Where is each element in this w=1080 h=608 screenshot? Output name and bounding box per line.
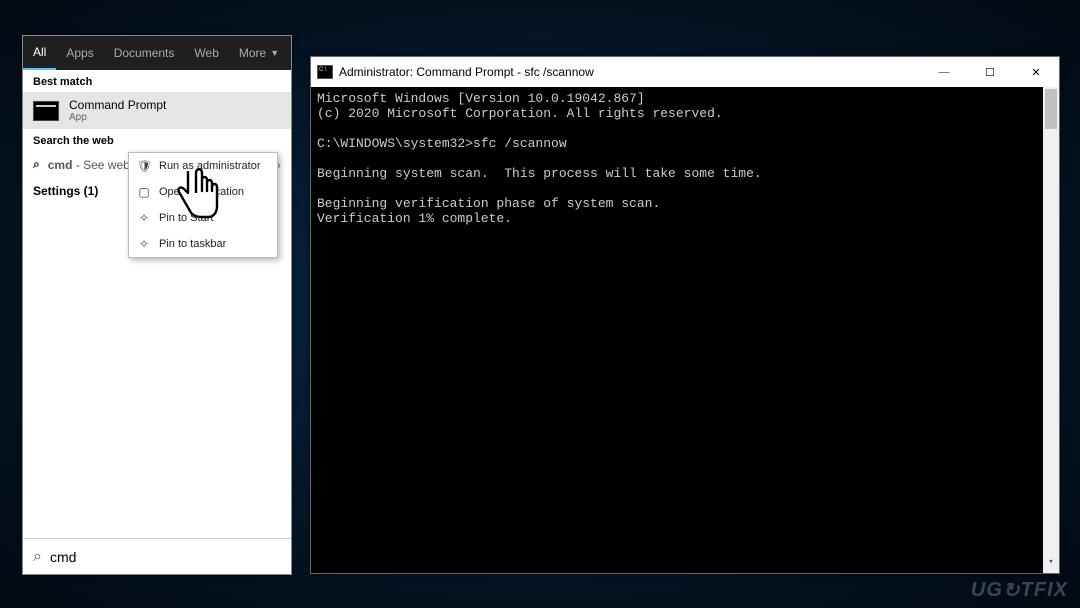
window-title: Administrator: Command Prompt - sfc /sca… — [339, 65, 594, 79]
section-search-web: Search the web — [23, 129, 291, 151]
result-name: Command Prompt — [69, 98, 166, 112]
title-bar[interactable]: Administrator: Command Prompt - sfc /sca… — [311, 57, 1059, 87]
section-best-match: Best match — [23, 70, 291, 92]
tab-more-label: More — [239, 46, 266, 60]
close-button[interactable]: ✕ — [1013, 57, 1059, 87]
command-prompt-window: Administrator: Command Prompt - sfc /sca… — [310, 56, 1060, 574]
web-query-text: cmd — [48, 158, 73, 172]
minimize-button[interactable]: — — [921, 57, 967, 87]
watermark: UG↻TFIX — [971, 577, 1068, 602]
scrollbar[interactable]: ▴ ▾ — [1043, 87, 1059, 573]
tab-documents[interactable]: Documents — [104, 36, 185, 70]
start-search-panel: All Apps Documents Web More ▼ Best match… — [22, 35, 292, 575]
shield-icon: 🛡 — [137, 159, 151, 173]
search-input[interactable] — [50, 549, 281, 565]
chevron-down-icon: ▼ — [270, 48, 279, 58]
scroll-thumb[interactable] — [1045, 89, 1057, 129]
result-command-prompt[interactable]: Command Prompt App — [23, 92, 291, 129]
search-tabs: All Apps Documents Web More ▼ — [23, 36, 291, 70]
search-bar: ⌕ — [23, 538, 291, 574]
pin-icon: ✧ — [137, 211, 151, 225]
maximize-button[interactable]: ☐ — [967, 57, 1013, 87]
search-icon: ⌕ — [33, 157, 40, 172]
tab-all[interactable]: All — [23, 36, 56, 70]
ctx-pin-taskbar[interactable]: ✧ Pin to taskbar — [129, 231, 277, 257]
ctx-pin-taskbar-label: Pin to taskbar — [159, 238, 226, 250]
terminal-output[interactable]: Microsoft Windows [Version 10.0.19042.86… — [311, 87, 1059, 573]
cursor-hand-icon — [170, 165, 222, 230]
tab-more[interactable]: More ▼ — [229, 36, 289, 70]
command-prompt-icon — [33, 101, 59, 121]
result-subtitle: App — [69, 112, 166, 123]
tab-apps[interactable]: Apps — [56, 36, 103, 70]
tab-web[interactable]: Web — [184, 36, 228, 70]
cmd-app-icon — [317, 65, 333, 79]
folder-icon: ▢ — [137, 185, 151, 199]
pin-icon: ✧ — [137, 237, 151, 251]
web-query-suffix: - See web — [72, 158, 129, 172]
terminal-text: Microsoft Windows [Version 10.0.19042.86… — [317, 91, 1053, 226]
scroll-down-icon[interactable]: ▾ — [1043, 557, 1059, 573]
search-icon: ⌕ — [33, 548, 42, 566]
